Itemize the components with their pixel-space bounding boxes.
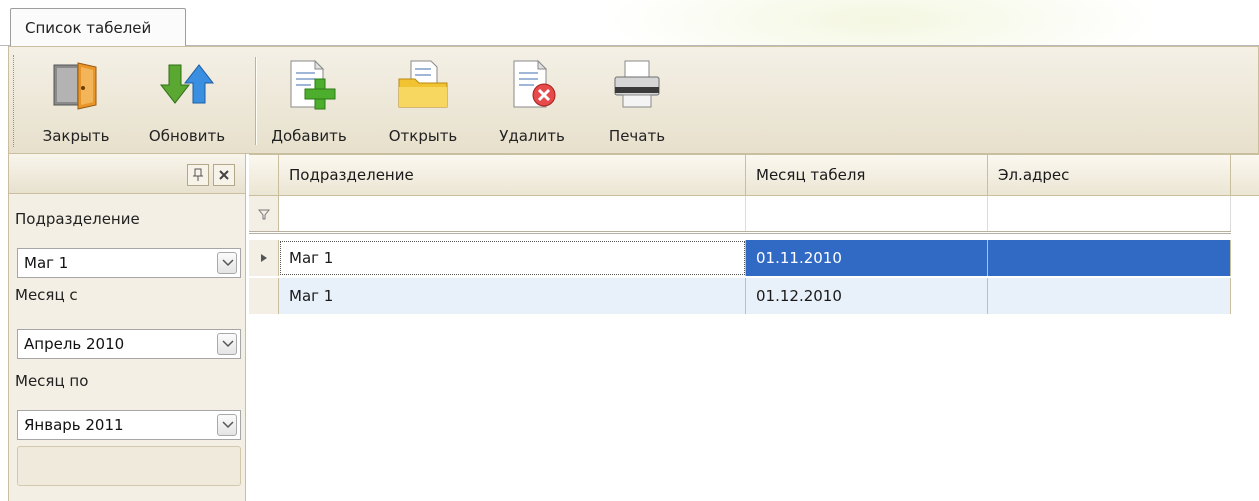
month-from-select[interactable]: Апрель 2010 [17, 329, 241, 359]
grid-filter-row [249, 196, 1231, 234]
delete-document-icon [513, 59, 556, 108]
tab-strip: Список табелей [0, 0, 1259, 47]
table-row[interactable]: Маг 1 01.11.2010 [249, 240, 1231, 276]
cell-email[interactable] [988, 240, 1231, 276]
grid-header: Подразделение Месяц табеля Эл.адрес [249, 154, 1259, 196]
add-button[interactable]: Добавить [267, 53, 351, 149]
delete-button-label: Удалить [499, 127, 565, 145]
chevron-down-icon[interactable] [217, 414, 237, 436]
column-header-email[interactable]: Эл.адрес [988, 155, 1231, 195]
add-document-icon [290, 59, 336, 110]
print-button[interactable]: Печать [599, 53, 675, 149]
filter-cell-department[interactable] [279, 196, 746, 231]
close-icon[interactable] [213, 164, 235, 186]
month-to-label: Месяц по [15, 372, 89, 390]
cell-email[interactable] [988, 278, 1231, 314]
print-button-label: Печать [608, 127, 666, 145]
filter-panel-footer [17, 446, 241, 486]
filter-icon[interactable] [249, 196, 279, 231]
open-button[interactable]: Открыть [381, 53, 465, 149]
timesheet-grid: Подразделение Месяц табеля Эл.адрес Маг … [249, 154, 1259, 501]
month-to-select[interactable]: Январь 2011 [17, 410, 241, 440]
printer-icon [614, 60, 660, 108]
pin-icon[interactable] [187, 164, 209, 186]
close-button[interactable]: Закрыть [31, 53, 121, 149]
filter-cell-email[interactable] [988, 196, 1231, 231]
refresh-button-label: Обновить [148, 127, 226, 145]
header-indicator-cell [249, 155, 279, 195]
toolbar-grip[interactable] [13, 55, 16, 147]
toolbar-separator [255, 57, 257, 145]
tab-timesheet-list[interactable]: Список табелей [10, 8, 186, 47]
chevron-down-icon[interactable] [217, 252, 237, 274]
cell-department[interactable]: Маг 1 [279, 278, 746, 314]
door-icon [53, 62, 97, 110]
filter-panel: Подразделение Маг 1 Месяц с Апрель 2010 … [8, 154, 246, 501]
row-indicator[interactable] [249, 278, 279, 314]
month-from-select-value: Апрель 2010 [24, 335, 125, 353]
department-select-value: Маг 1 [24, 254, 69, 272]
cell-month[interactable]: 01.11.2010 [746, 240, 988, 276]
month-to-select-value: Январь 2011 [24, 416, 124, 434]
cell-month[interactable]: 01.12.2010 [746, 278, 988, 314]
table-row[interactable]: Маг 1 01.12.2010 [249, 278, 1231, 314]
department-label: Подразделение [15, 210, 140, 228]
month-from-label: Месяц с [15, 286, 78, 304]
open-button-label: Открыть [388, 127, 458, 145]
refresh-arrows-icon [159, 64, 215, 104]
toolbar: Закрыть Обновить Добавить Открыть Удалит… [8, 46, 1259, 154]
filter-panel-header [9, 154, 245, 194]
delete-button[interactable]: Удалить [489, 53, 575, 149]
filter-cell-month[interactable] [746, 196, 988, 231]
cell-department[interactable]: Маг 1 [279, 240, 746, 276]
refresh-button[interactable]: Обновить [137, 53, 237, 149]
column-header-department[interactable]: Подразделение [279, 155, 746, 195]
add-button-label: Добавить [271, 127, 347, 145]
department-select[interactable]: Маг 1 [17, 248, 241, 278]
column-header-month[interactable]: Месяц табеля [746, 155, 988, 195]
close-button-label: Закрыть [42, 127, 110, 145]
open-folder-icon [398, 60, 448, 108]
row-pointer-icon[interactable] [249, 240, 279, 276]
chevron-down-icon[interactable] [217, 333, 237, 355]
